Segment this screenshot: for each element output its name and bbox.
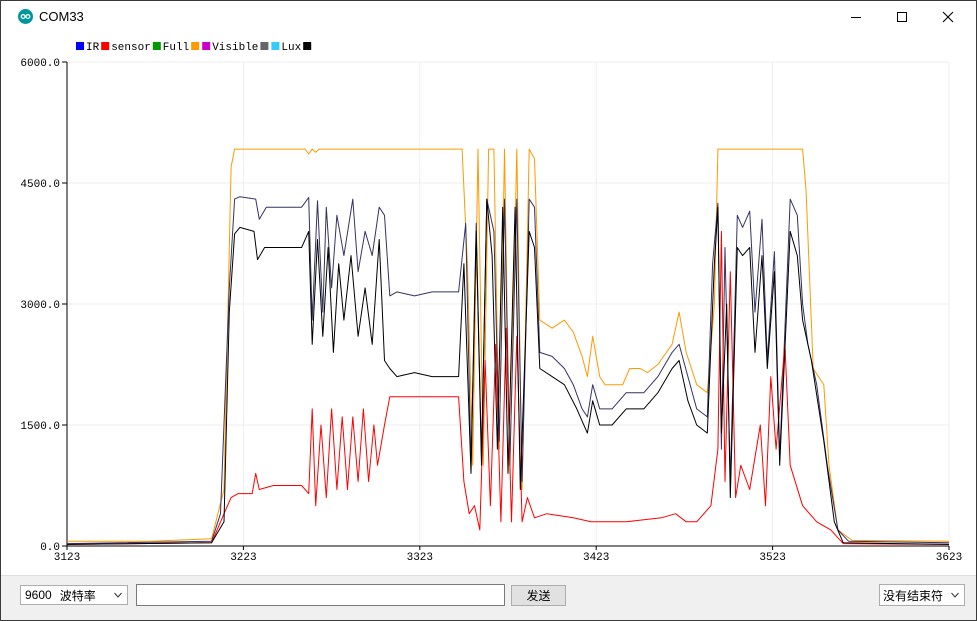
baud-rate-value: 9600 [25, 588, 52, 602]
maximize-icon [897, 11, 907, 22]
arduino-logo-icon [18, 9, 33, 24]
legend-swatch [202, 42, 211, 50]
line-chart: 3123 3223 3323 3423 3523 36230.01500.03000.04… [20, 42, 962, 564]
line-ending-value: 没有结束符 [883, 588, 944, 603]
legend-swatch [260, 42, 269, 50]
chevron-down-icon [951, 592, 959, 598]
line-ending-select[interactable]: 没有结束符 [879, 584, 965, 606]
title-bar[interactable]: COM33 [1, 1, 976, 32]
x-tick-label: 3323 [407, 552, 433, 564]
minimize-icon [851, 16, 861, 18]
series-line-1 [67, 148, 950, 542]
x-tick-label: 3423 [583, 552, 609, 564]
legend-label: Full [163, 42, 189, 54]
legend-label: Lux [281, 42, 301, 54]
window-title: COM33 [39, 9, 84, 24]
minimize-button[interactable] [833, 1, 879, 32]
legend-label: IR [86, 42, 100, 54]
legend-swatch [101, 42, 110, 50]
send-button[interactable]: 发送 [511, 585, 566, 606]
close-icon [942, 11, 954, 22]
bottom-toolbar: 9600 波特率 发送 没有结束符 [1, 575, 976, 620]
chevron-down-icon [114, 592, 122, 598]
y-tick-label: 4500.0 [20, 179, 60, 191]
serial-plotter-window: COM33 3123 3223 3323 3423 3523 3623 0.0 1500.0 3… [0, 0, 977, 621]
series-line-2 [66, 196, 950, 545]
y-tick-label: 6000.0 [20, 58, 60, 70]
y-tick-label: 3000.0 [20, 300, 60, 312]
x-tick-label: 3623 [936, 552, 962, 564]
x-tick-label: 3523 [759, 552, 785, 564]
legend-swatch [152, 42, 161, 50]
x-tick-label: 3223 [230, 552, 256, 564]
legend-label: Visible [212, 42, 258, 54]
legend-swatch [191, 42, 200, 50]
plot-area: 3123 3223 3323 3423 3523 3623 0.0 1500.0 3000.0 4… [10, 32, 967, 575]
close-button[interactable] [925, 1, 971, 32]
legend-swatch [271, 42, 280, 50]
y-tick-label: 1500.0 [20, 421, 60, 433]
baud-rate-label: 波特率 [59, 588, 96, 603]
legend-swatch [303, 42, 312, 50]
baud-rate-select[interactable]: 9600 波特率 [20, 585, 128, 605]
legend-label: sensor [111, 42, 151, 54]
maximize-button[interactable] [879, 1, 925, 32]
send-input[interactable] [136, 584, 505, 606]
y-tick-label: 0.0 [40, 542, 60, 554]
legend-swatch [76, 42, 84, 50]
